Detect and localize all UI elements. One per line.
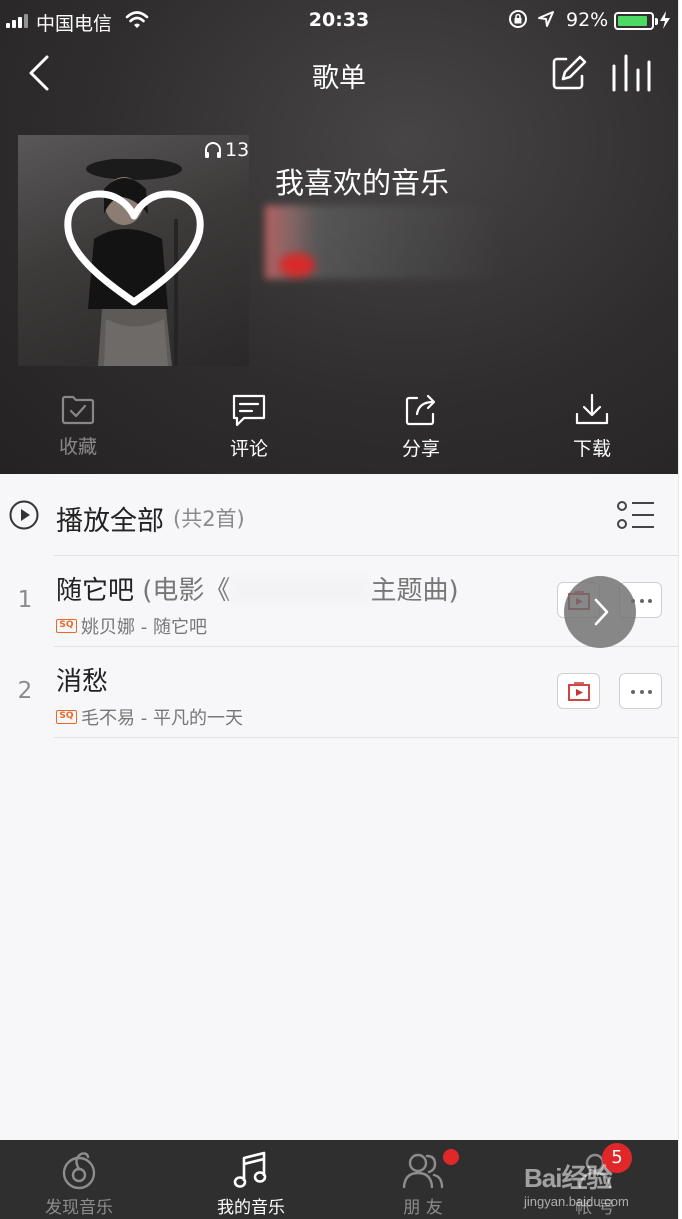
download-icon bbox=[575, 393, 609, 425]
tab-my-music[interactable]: 我的音乐 bbox=[181, 1140, 321, 1219]
now-playing-button[interactable] bbox=[607, 52, 655, 94]
share-label: 分享 bbox=[401, 438, 440, 460]
floating-next-button[interactable] bbox=[564, 576, 636, 648]
bottom-tab-bar: 发现音乐 我的音乐 朋 友 帐 号 5 bbox=[0, 1140, 678, 1219]
tab-account[interactable]: 帐 号 5 bbox=[525, 1140, 665, 1219]
discover-music-icon bbox=[62, 1152, 96, 1190]
comment-button[interactable]: 评论 bbox=[189, 390, 309, 470]
song-index: 2 bbox=[17, 678, 33, 704]
play-circle-icon bbox=[9, 500, 39, 530]
video-play-icon bbox=[568, 682, 590, 701]
song-meta: SQ 姚贝娜 - 随它吧 bbox=[56, 613, 207, 639]
song-artist-album: 姚贝娜 - 随它吧 bbox=[81, 617, 207, 638]
tab-friends[interactable]: 朋 友 bbox=[353, 1140, 493, 1219]
collect-label: 收藏 bbox=[58, 436, 97, 458]
divider bbox=[54, 737, 678, 738]
location-icon bbox=[538, 11, 554, 27]
screenshot-edge bbox=[678, 0, 682, 1219]
heart-icon bbox=[64, 190, 204, 306]
song-list-panel: 播放全部 (共2首) 1 随它吧 (电影《 主题曲) SQ 姚贝娜 - 随它吧 bbox=[0, 474, 678, 1140]
song-title: 随它吧 (电影《 主题曲) bbox=[56, 570, 459, 607]
share-button[interactable]: 分享 bbox=[361, 390, 481, 470]
playlist-header: 中国电信 20:33 92% 歌单 13 我喜欢的音乐 收藏 评论 分享 下载 bbox=[0, 0, 678, 474]
edit-icon bbox=[552, 55, 587, 90]
notification-dot bbox=[443, 1149, 459, 1165]
playlist-name: 我喜欢的音乐 bbox=[275, 166, 450, 200]
song-title: 消愁 bbox=[56, 667, 109, 697]
comment-icon bbox=[232, 394, 266, 427]
action-bar: 收藏 评论 分享 下载 bbox=[0, 390, 678, 470]
equalizer-icon bbox=[612, 54, 651, 92]
headphones-icon bbox=[205, 142, 221, 158]
friends-icon bbox=[402, 1153, 444, 1189]
download-label: 下载 bbox=[572, 438, 611, 460]
account-badge: 5 bbox=[602, 1143, 632, 1173]
battery-nub bbox=[655, 18, 658, 25]
app-screen: 中国电信 20:33 92% 歌单 13 我喜欢的音乐 收藏 评论 分享 下载 … bbox=[0, 0, 678, 1219]
comment-label: 评论 bbox=[229, 438, 268, 460]
song-row-2[interactable]: 2 消愁 SQ 毛不易 - 平凡的一天 bbox=[0, 647, 678, 737]
song-meta: SQ 毛不易 - 平凡的一天 bbox=[56, 704, 243, 730]
play-count-value: 13 bbox=[225, 139, 250, 161]
song-index: 1 bbox=[17, 587, 33, 613]
multi-select-icon[interactable] bbox=[614, 498, 658, 534]
more-options-button[interactable] bbox=[619, 673, 662, 709]
share-icon bbox=[405, 394, 436, 426]
song-subtitle-suffix: 主题曲) bbox=[370, 576, 459, 606]
redacted-text bbox=[230, 577, 371, 603]
download-button[interactable]: 下载 bbox=[532, 390, 652, 470]
tab-label: 帐 号 bbox=[575, 1198, 615, 1218]
tab-discover-music[interactable]: 发现音乐 bbox=[9, 1140, 149, 1219]
tab-label: 朋 友 bbox=[403, 1198, 443, 1218]
sq-badge: SQ bbox=[56, 619, 77, 633]
sq-badge: SQ bbox=[56, 710, 77, 724]
tab-label: 发现音乐 bbox=[45, 1198, 113, 1218]
play-count: 13 bbox=[204, 139, 249, 161]
battery-percent: 92% bbox=[566, 9, 609, 31]
battery-icon bbox=[614, 12, 654, 30]
play-all-button[interactable]: 播放全部 (共2首) bbox=[0, 474, 678, 556]
song-count: (共2首) bbox=[173, 507, 245, 531]
chevron-right-icon bbox=[594, 598, 609, 626]
song-artist-album: 毛不易 - 平凡的一天 bbox=[81, 708, 243, 729]
collect-button[interactable]: 收藏 bbox=[18, 390, 138, 470]
edit-button[interactable] bbox=[549, 52, 589, 94]
music-note-icon bbox=[233, 1151, 267, 1188]
tab-label: 我的音乐 bbox=[217, 1198, 285, 1218]
creator-info-redacted[interactable] bbox=[265, 205, 505, 279]
charging-icon bbox=[660, 11, 670, 29]
song-subtitle-prefix: (电影《 bbox=[142, 576, 231, 606]
status-bar: 中国电信 20:33 92% bbox=[0, 0, 678, 42]
mv-button[interactable] bbox=[557, 673, 600, 709]
battery-level bbox=[618, 16, 647, 26]
rotation-lock-icon bbox=[509, 10, 527, 28]
song-title-text: 随它吧 bbox=[56, 576, 135, 606]
folder-check-icon bbox=[61, 395, 95, 425]
playlist-cover[interactable] bbox=[18, 135, 249, 366]
play-all-label: 播放全部 bbox=[56, 506, 164, 537]
